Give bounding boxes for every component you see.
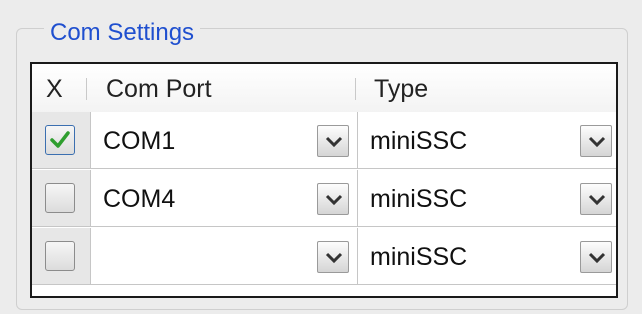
com-settings-grid: X Com Port Type COM1 miniSSC COM4 miniSS… bbox=[30, 62, 618, 298]
com-port-value: COM1 bbox=[103, 127, 176, 155]
type-dropdown-button[interactable] bbox=[580, 241, 612, 273]
table-row: COM4 miniSSC bbox=[32, 170, 616, 228]
type-cell[interactable]: miniSSC bbox=[358, 112, 616, 169]
com-port-dropdown-button[interactable] bbox=[317, 125, 349, 157]
type-value: miniSSC bbox=[370, 185, 468, 213]
checkmark-icon bbox=[50, 131, 70, 148]
chevron-down-icon bbox=[588, 194, 606, 206]
header-x[interactable]: X bbox=[46, 64, 63, 112]
type-cell[interactable]: miniSSC bbox=[358, 170, 616, 227]
row-select-cell bbox=[32, 228, 91, 285]
row-checkbox[interactable] bbox=[45, 125, 75, 155]
chevron-down-icon bbox=[325, 136, 343, 148]
header-com-port[interactable]: Com Port bbox=[106, 64, 212, 112]
header-separator bbox=[86, 78, 87, 100]
com-port-cell[interactable] bbox=[91, 228, 358, 285]
type-cell[interactable]: miniSSC bbox=[358, 228, 616, 285]
chevron-down-icon bbox=[588, 252, 606, 264]
type-value: miniSSC bbox=[370, 243, 468, 271]
row-checkbox[interactable] bbox=[45, 183, 75, 213]
row-select-cell bbox=[32, 170, 91, 227]
type-value: miniSSC bbox=[370, 127, 468, 155]
com-port-value: COM4 bbox=[103, 185, 176, 213]
header-type[interactable]: Type bbox=[374, 64, 428, 112]
com-port-dropdown-button[interactable] bbox=[317, 183, 349, 215]
grid-header: X Com Port Type bbox=[32, 64, 616, 113]
chevron-down-icon bbox=[588, 136, 606, 148]
header-separator bbox=[355, 78, 356, 100]
table-row: COM1 miniSSC bbox=[32, 112, 616, 170]
table-row: miniSSC bbox=[32, 228, 616, 286]
row-checkbox[interactable] bbox=[45, 241, 75, 271]
com-port-dropdown-button[interactable] bbox=[317, 241, 349, 273]
com-settings-title: Com Settings bbox=[44, 18, 201, 48]
com-port-cell[interactable]: COM4 bbox=[91, 170, 358, 227]
type-dropdown-button[interactable] bbox=[580, 183, 612, 215]
chevron-down-icon bbox=[325, 194, 343, 206]
chevron-down-icon bbox=[325, 252, 343, 264]
com-port-cell[interactable]: COM1 bbox=[91, 112, 358, 169]
row-select-cell bbox=[32, 112, 91, 169]
type-dropdown-button[interactable] bbox=[580, 125, 612, 157]
